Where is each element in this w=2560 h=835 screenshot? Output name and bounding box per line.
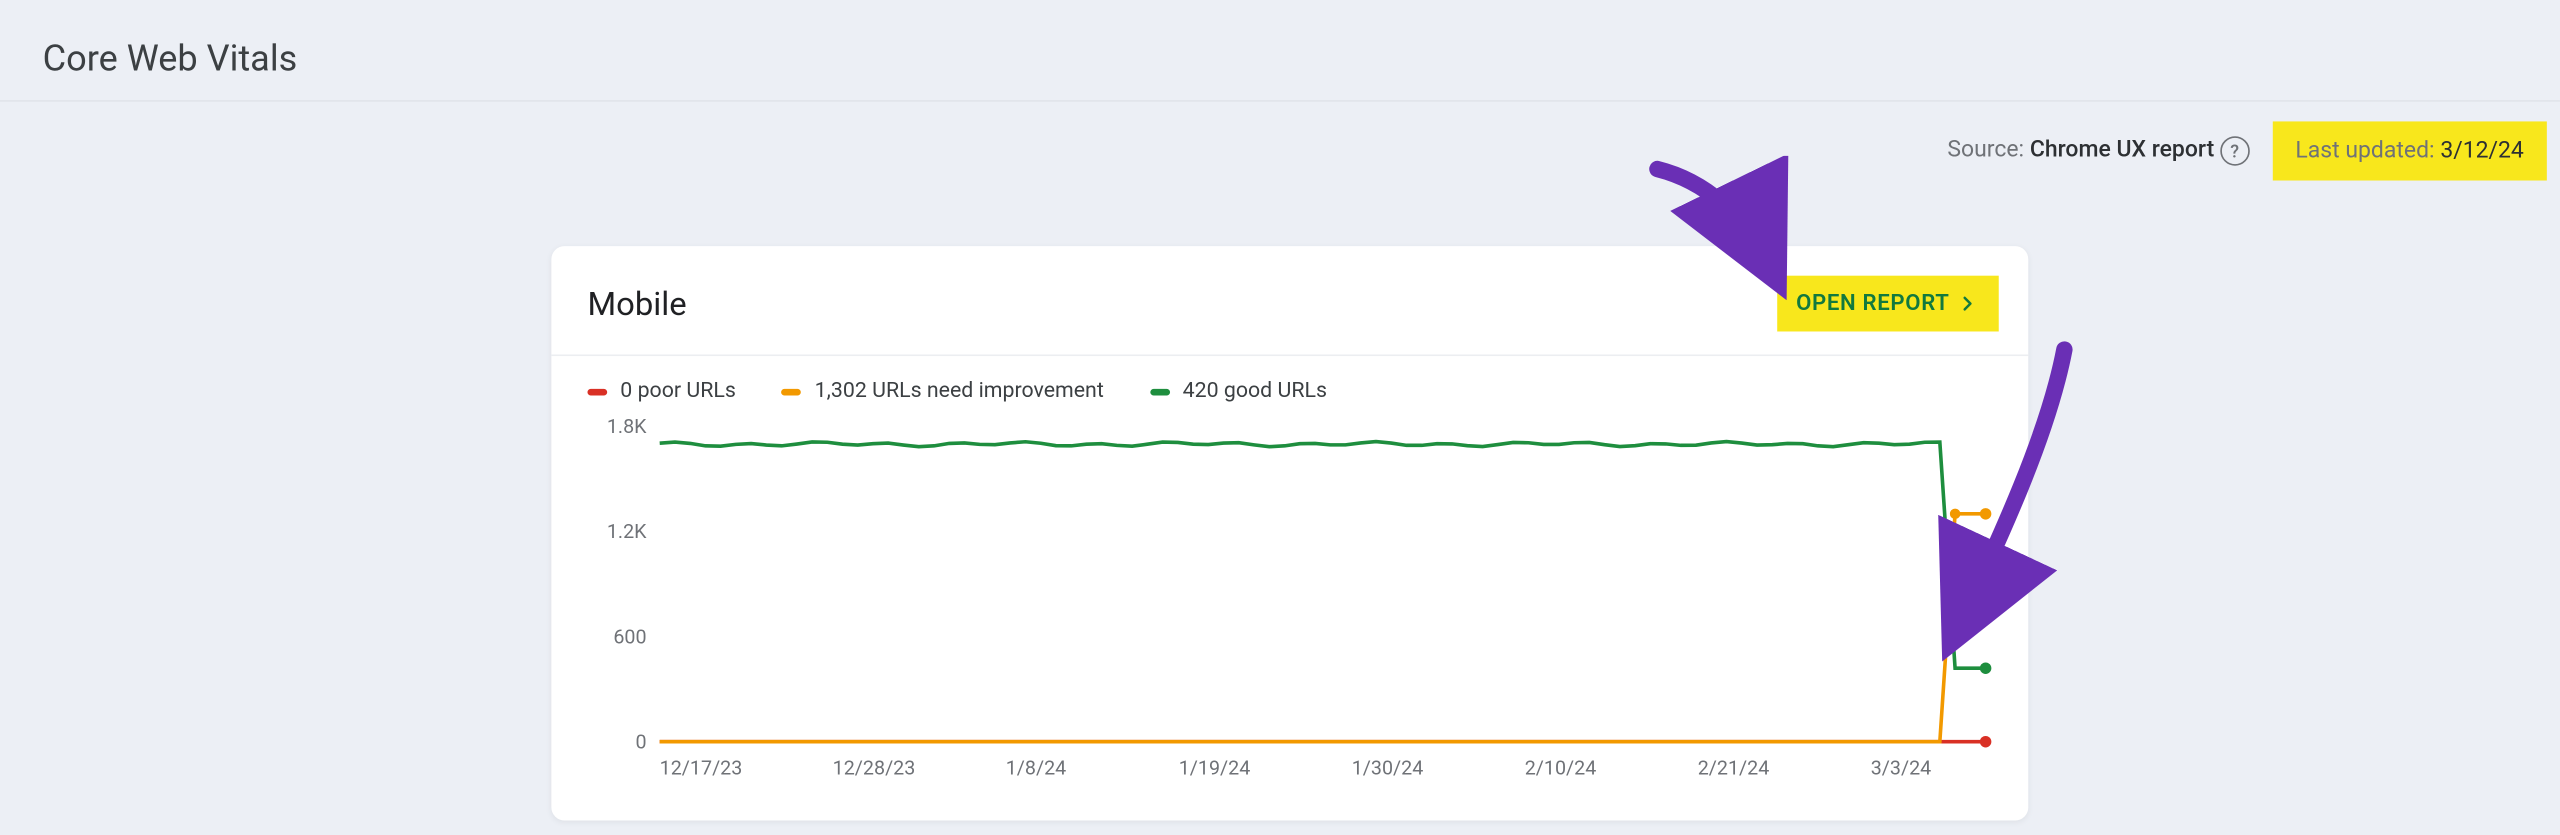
svg-text:1.2K: 1.2K	[607, 520, 647, 543]
legend-swatch-needs	[782, 388, 802, 395]
svg-text:3/3/24: 3/3/24	[1871, 757, 1932, 780]
legend-label-needs: 1,302 URLs need improvement	[815, 379, 1104, 404]
legend-item-needs: 1,302 URLs need improvement	[782, 379, 1104, 404]
legend-item-good: 420 good URLs	[1150, 379, 1327, 404]
y-axis: 0 600 1.2K 1.8K	[607, 417, 647, 753]
card-title: Mobile	[587, 284, 686, 323]
chevron-right-icon	[1956, 292, 1979, 315]
last-updated: Last updated: 3/12/24	[2272, 121, 2546, 180]
meta-row: Source: Chrome UX report ? Last updated:…	[0, 102, 2560, 187]
last-updated-date: 3/12/24	[2440, 138, 2524, 164]
open-report-label: OPEN REPORT	[1796, 290, 1949, 316]
source-value: Chrome UX report	[2030, 137, 2214, 163]
svg-text:1.8K: 1.8K	[607, 417, 647, 438]
svg-text:1/30/24: 1/30/24	[1352, 757, 1424, 780]
chart-area: 0 600 1.2K 1.8K 12/17/23 12/28/23 1/8/24 1/19/…	[587, 417, 2011, 791]
legend-swatch-poor	[587, 388, 607, 395]
source-label: Source:	[1947, 137, 2029, 163]
open-report-button[interactable]: OPEN REPORT	[1776, 276, 1998, 332]
svg-text:12/17/23: 12/17/23	[660, 757, 743, 780]
svg-text:2/21/24: 2/21/24	[1698, 757, 1770, 780]
card-header: Mobile OPEN REPORT	[551, 246, 2028, 356]
page-title-text: Core Web Vitals	[43, 39, 298, 80]
svg-text:1/19/24: 1/19/24	[1179, 757, 1251, 780]
svg-text:0: 0	[635, 730, 646, 753]
svg-text:2/10/24: 2/10/24	[1525, 757, 1597, 780]
legend-swatch-good	[1150, 388, 1170, 395]
legend-item-poor: 0 poor URLs	[587, 379, 735, 404]
help-icon[interactable]: ?	[2220, 136, 2250, 166]
x-axis: 12/17/23 12/28/23 1/8/24 1/19/24 1/30/24 2/10…	[660, 757, 1932, 780]
svg-text:600: 600	[613, 625, 646, 648]
svg-text:12/28/23: 12/28/23	[833, 757, 916, 780]
legend-label-poor: 0 poor URLs	[620, 379, 736, 404]
legend-label-good: 420 good URLs	[1183, 379, 1327, 404]
chart-svg: 0 600 1.2K 1.8K 12/17/23 12/28/23 1/8/24 1/19/…	[587, 417, 2011, 791]
plot	[660, 442, 1992, 748]
page-title: Core Web Vitals	[0, 0, 2560, 102]
source-block: Source: Chrome UX report ?	[1947, 136, 2249, 166]
legend: 0 poor URLs 1,302 URLs need improvement …	[551, 356, 2028, 413]
svg-text:1/8/24: 1/8/24	[1006, 757, 1067, 780]
mobile-card: Mobile OPEN REPORT 0 poor URLs 1,302 URL…	[551, 246, 2028, 820]
last-updated-label: Last updated:	[2295, 138, 2440, 164]
